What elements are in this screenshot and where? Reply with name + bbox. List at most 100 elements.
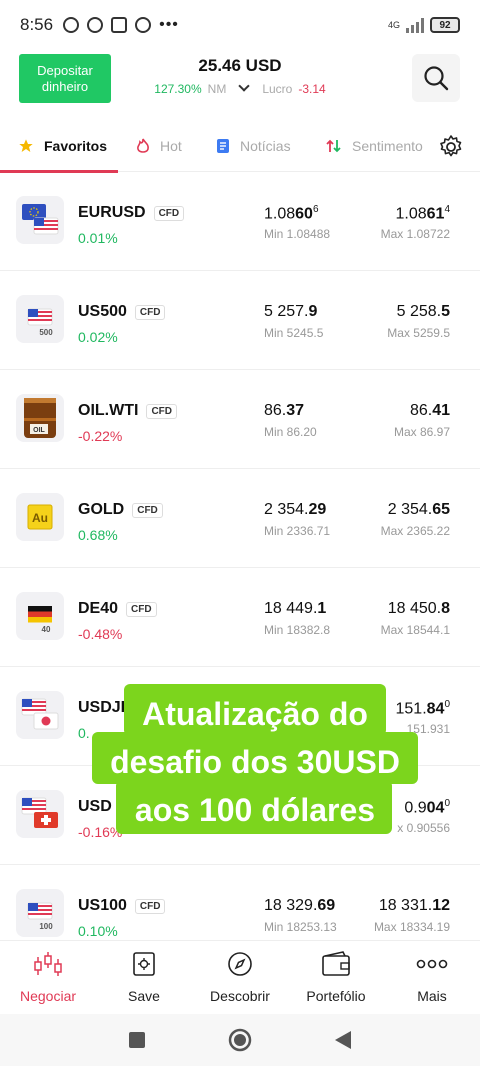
- battery-icon: 92: [430, 17, 460, 33]
- tab-label: Hot: [160, 138, 182, 154]
- bid-main: 5 257.: [264, 303, 309, 320]
- candlestick-icon: [34, 952, 62, 976]
- instrument-row-usdjpy[interactable]: USDJI 0. 151.840 151.931: [0, 667, 480, 766]
- tab-hot[interactable]: Hot: [136, 122, 182, 170]
- gold-icon: Au: [16, 493, 64, 541]
- ask-bold: 84: [426, 700, 445, 718]
- account-header: Depositar dinheiro 25.46 USD 127.30% NM …: [0, 50, 480, 112]
- bid-main: 18 449.: [264, 600, 318, 617]
- bid-price[interactable]: 1.08606: [264, 204, 319, 223]
- ask-price[interactable]: 0.9040: [404, 798, 450, 817]
- max-price: 151.931: [406, 722, 450, 736]
- ask-bold: 12: [432, 897, 450, 914]
- bid-bold: 60: [295, 205, 313, 223]
- instrument-row-de40[interactable]: 40 DE40 CFD -0.48% 18 449.1 Min 18382.8 …: [0, 568, 480, 667]
- nav-label: Save: [128, 988, 160, 1004]
- app-notification-icon: [135, 17, 152, 33]
- bid-price[interactable]: 18 329.69: [264, 897, 335, 915]
- status-time: 8:56: [20, 15, 54, 34]
- margin-level: 127.30%: [154, 82, 202, 96]
- bid-bold: 29: [308, 501, 327, 518]
- nav-discover[interactable]: Descobrir: [192, 951, 288, 1004]
- ask-main: 0.9: [404, 799, 427, 817]
- us-flag-icon: 100: [16, 889, 64, 937]
- ask-price[interactable]: 18 450.8: [388, 600, 450, 618]
- daily-change: 0.02%: [78, 329, 118, 345]
- ask-price[interactable]: 18 331.12: [379, 897, 450, 915]
- account-balance[interactable]: 25.46 USD 127.30% NM Lucro -3.14: [150, 56, 330, 96]
- flame-icon: [137, 138, 149, 153]
- ask-main: 18 331.: [378, 897, 433, 914]
- cfd-badge: CFD: [126, 601, 157, 617]
- instrument-row-gold[interactable]: Au GOLD CFD 0.68% 2 354.29 Min 2336.71 2…: [0, 469, 480, 568]
- symbol-name: DE40: [78, 600, 119, 617]
- wallet-icon: [322, 951, 350, 976]
- bid-bold: 1: [317, 600, 327, 617]
- more-dots-icon: [416, 959, 448, 969]
- min-price: Min 5245.5: [264, 326, 324, 340]
- ask-main: 1.08: [395, 205, 427, 223]
- nav-trade[interactable]: Negociar: [0, 951, 96, 1004]
- deposit-button[interactable]: Depositar dinheiro: [19, 54, 111, 103]
- symbol-name: US100: [78, 897, 127, 914]
- home-icon[interactable]: [227, 1027, 253, 1053]
- nav-save[interactable]: Save: [96, 951, 192, 1004]
- chevron-down-icon[interactable]: [238, 80, 250, 92]
- bid-sup: 6: [312, 204, 319, 215]
- daily-change: -0.16%: [78, 824, 123, 840]
- daily-change: -0.22%: [78, 428, 123, 444]
- star-icon: [19, 139, 33, 152]
- ask-price[interactable]: 151.840: [396, 699, 451, 718]
- nav-portfolio[interactable]: Portefólio: [288, 951, 384, 1004]
- nav-more[interactable]: Mais: [384, 951, 480, 1004]
- settings-button[interactable]: [438, 134, 464, 165]
- us500-badge-text: 500: [39, 328, 53, 337]
- bid-price[interactable]: 5 257.9: [264, 303, 317, 321]
- recent-apps-icon[interactable]: [127, 1030, 147, 1050]
- bid-bold: 69: [317, 897, 336, 914]
- bid-price[interactable]: 18 449.1: [264, 600, 326, 618]
- ask-price[interactable]: 1.08614: [396, 204, 451, 223]
- symbol-name: US500: [78, 303, 127, 320]
- instrument-row-oil-wti[interactable]: OIL OIL.WTI CFD -0.22% 86.37 Min 86.20 8…: [0, 370, 480, 469]
- instrument-row-eurusd[interactable]: EURUSD CFD 0.01% 1.08606 Min 1.08488 1.0…: [0, 172, 480, 271]
- network-type: 4G: [387, 19, 400, 30]
- back-icon[interactable]: [333, 1029, 353, 1051]
- ask-price[interactable]: 5 258.5: [397, 303, 450, 321]
- bid-price[interactable]: 86.37: [264, 402, 304, 420]
- tab-favorites[interactable]: Favoritos: [18, 122, 107, 170]
- status-bar: 8:56 ••• 4G 92: [0, 0, 480, 50]
- bid-main: 18 329.: [264, 897, 318, 914]
- ask-price[interactable]: 86.41: [410, 402, 450, 420]
- max-price: Max 5259.5: [387, 326, 450, 340]
- deposit-label-line1: Depositar: [37, 62, 93, 78]
- ask-price[interactable]: 2 354.65: [388, 501, 450, 519]
- tab-sentiment[interactable]: Sentimento: [326, 122, 423, 170]
- bid-price[interactable]: 2 354.29: [264, 501, 326, 519]
- daily-change: 0.10%: [78, 923, 118, 939]
- bid-main: 1.08: [264, 205, 296, 223]
- min-price: Min 2336.71: [264, 524, 331, 538]
- max-price: Max 2365.22: [380, 524, 450, 538]
- safe-icon: [133, 952, 155, 976]
- search-icon: [424, 66, 449, 91]
- balance-amount: 25.46 USD: [198, 56, 282, 75]
- oil-badge-text: OIL: [33, 427, 45, 434]
- search-button[interactable]: [412, 54, 460, 102]
- ask-bold: 61: [426, 205, 445, 223]
- ask-main: 151.: [395, 700, 427, 718]
- de40-badge-text: 40: [42, 625, 51, 634]
- instrument-row-usdchf[interactable]: USD -0.16% 0.9040 x 0.90556: [0, 766, 480, 865]
- min-price: Min 86.20: [264, 425, 317, 439]
- max-price: Max 1.08722: [380, 227, 450, 241]
- symbol-cell: US100 CFD: [78, 897, 166, 915]
- instrument-row-us500[interactable]: 500 US500 CFD 0.02% 5 257.9 Min 5245.5 5…: [0, 271, 480, 370]
- ask-sup: 0: [444, 699, 450, 710]
- ask-bold: 65: [432, 501, 450, 518]
- nav-label: Mais: [417, 988, 447, 1004]
- ask-main: 5 258.: [396, 303, 442, 320]
- profit-label: Lucro: [262, 82, 293, 96]
- ask-main: 2 354.: [387, 501, 433, 518]
- tab-news[interactable]: Notícias: [216, 122, 291, 170]
- symbol-name: OIL.WTI: [78, 402, 139, 419]
